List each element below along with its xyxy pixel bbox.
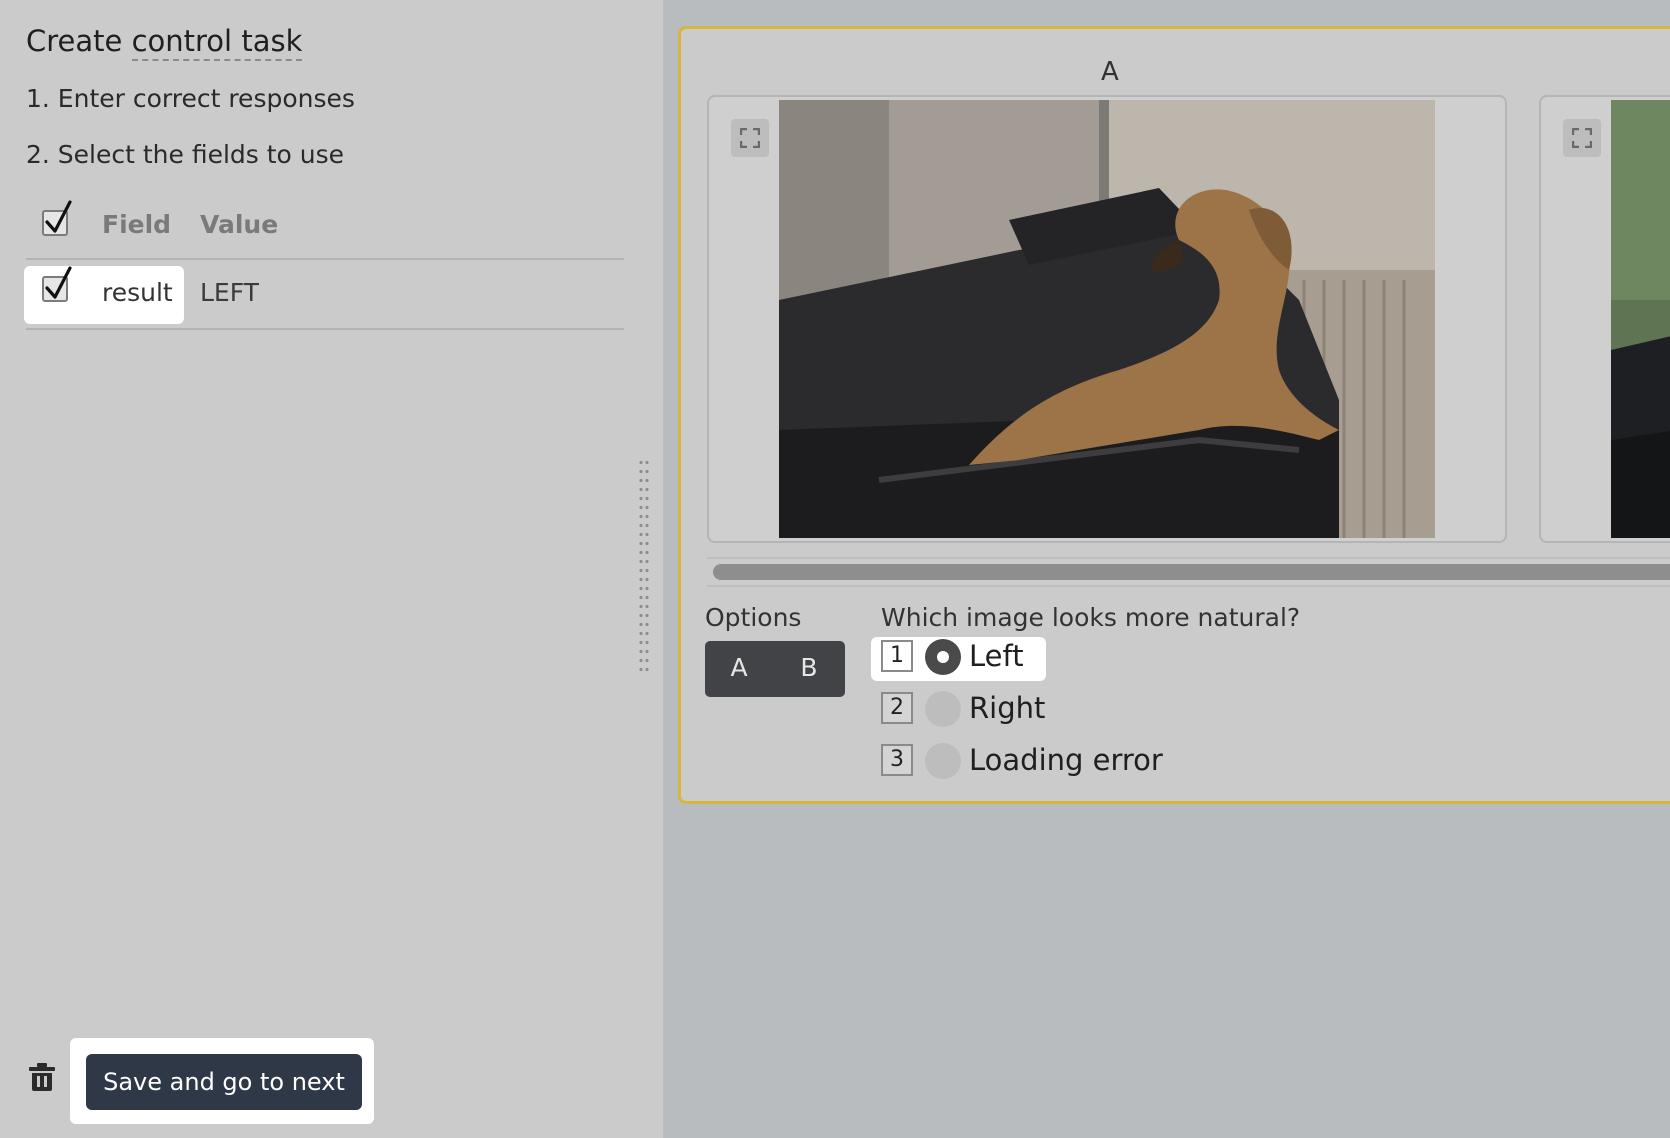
- trash-icon[interactable]: [28, 1062, 56, 1092]
- save-and-next-button[interactable]: Save and go to next: [86, 1054, 362, 1110]
- option-b-button[interactable]: B: [789, 653, 829, 682]
- question-text: Which image looks more natural?: [881, 603, 1301, 632]
- page-title-prefix: Create: [26, 24, 132, 58]
- field-value-cell: LEFT: [200, 278, 259, 307]
- panel-resize-handle[interactable]: [638, 458, 650, 676]
- step-select-fields: 2. Select the fields to use: [26, 140, 345, 169]
- control-task-panel: Create control task 1. Enter correct res…: [0, 0, 664, 1138]
- save-button-focus-ring: Save and go to next: [70, 1038, 374, 1124]
- select-all-checkbox[interactable]: [42, 200, 72, 236]
- hotkey-badge: 2: [881, 692, 913, 724]
- radio-loading-error[interactable]: [925, 743, 961, 779]
- expand-image-a-button[interactable]: [731, 119, 769, 157]
- column-header-field: Field: [102, 210, 172, 239]
- answer-label: Left: [969, 639, 1024, 673]
- fullscreen-icon: [740, 128, 760, 148]
- hotkey-badge: 3: [881, 744, 913, 776]
- task-preview-card: A Options A B Which image looks more nat…: [678, 26, 1670, 804]
- images-scrollbar[interactable]: [707, 557, 1670, 587]
- second-photo: [1611, 100, 1670, 538]
- image-a-label: A: [1101, 57, 1119, 87]
- expand-image-b-button[interactable]: [1563, 119, 1601, 157]
- radio-right[interactable]: [925, 691, 961, 727]
- scrollbar-thumb[interactable]: [713, 564, 1670, 580]
- image-b-frame: [1539, 95, 1670, 543]
- checkmark-icon: [45, 266, 72, 299]
- fields-table: Field Value result LEFT: [24, 196, 624, 330]
- answer-label: Right: [969, 691, 1046, 725]
- field-name-cell: result: [102, 278, 173, 307]
- checkmark-icon: [45, 200, 72, 233]
- field-result-checkbox[interactable]: [42, 266, 72, 302]
- dog-on-sofa-photo: [779, 100, 1435, 538]
- step-enter-responses: 1. Enter correct responses: [26, 84, 355, 113]
- options-label: Options: [705, 603, 802, 632]
- hotkey-badge: 1: [881, 640, 913, 672]
- control-task-hint-link[interactable]: control task: [131, 24, 303, 61]
- image-order-toggle: A B: [705, 641, 845, 697]
- page-title: Create control task: [26, 24, 303, 61]
- fullscreen-icon: [1572, 128, 1592, 148]
- answer-label: Loading error: [969, 743, 1163, 777]
- column-header-value: Value: [200, 210, 279, 239]
- image-a-frame: [707, 95, 1507, 543]
- radio-left[interactable]: [925, 639, 961, 675]
- option-a-button[interactable]: A: [719, 653, 759, 682]
